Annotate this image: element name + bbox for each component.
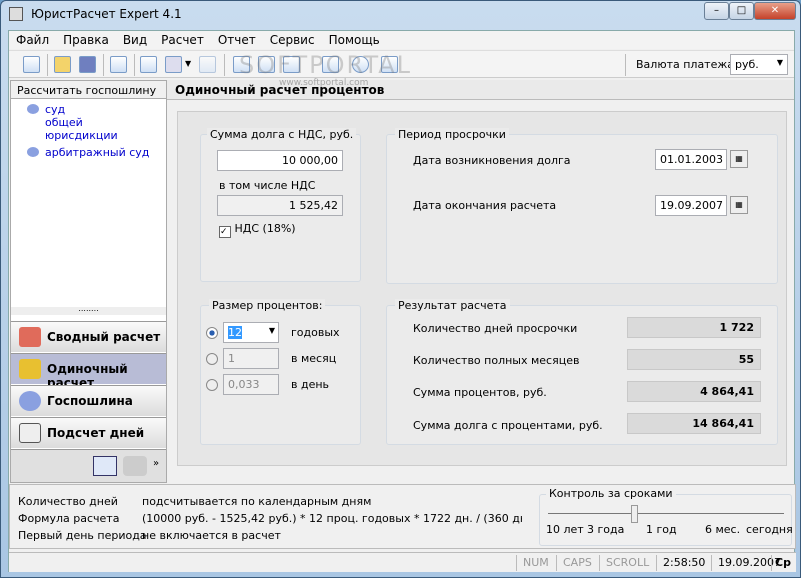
nav-duty[interactable]: Госпошлина bbox=[11, 385, 166, 416]
menu-file[interactable]: Файл bbox=[9, 31, 56, 49]
chevron-down-icon: ▼ bbox=[776, 58, 783, 67]
deadline-slider[interactable] bbox=[631, 505, 638, 523]
menu-view[interactable]: Вид bbox=[116, 31, 154, 49]
minimize-button[interactable]: – bbox=[704, 2, 729, 20]
open-icon[interactable] bbox=[54, 56, 71, 73]
watermark: SOFTPORTAL bbox=[239, 51, 413, 79]
interest-sum-value: 4 864,41 bbox=[627, 381, 761, 402]
daily-radio[interactable] bbox=[206, 379, 218, 391]
result-group: Результат расчета Количество дней просро… bbox=[386, 299, 778, 445]
delete-icon[interactable] bbox=[199, 56, 216, 73]
nav-single[interactable]: Одиночный расчет bbox=[11, 353, 166, 390]
start-date-input[interactable]: 01.01.2003 bbox=[655, 149, 727, 170]
calendar-icon[interactable]: ▦ bbox=[730, 150, 748, 168]
menu-calc[interactable]: Расчет bbox=[154, 31, 211, 49]
splitter[interactable]: ........ bbox=[11, 305, 166, 315]
menu-bar: Файл Правка Вид Расчет Отчет Сервис Помощь bbox=[9, 31, 794, 49]
total-debt-value: 14 864,41 bbox=[627, 413, 761, 434]
window-title: ЮристРасчет Expert 4.1 bbox=[31, 7, 182, 21]
main-panel: Одиночный расчет процентов Сумма долга с… bbox=[167, 80, 794, 483]
left-panel: Рассчитать госпошлину суд общей юрисдикц… bbox=[10, 80, 167, 483]
link-arbitration-court[interactable]: арбитражный суд bbox=[25, 146, 166, 159]
annual-rate-select[interactable]: 12 ▼ bbox=[223, 322, 279, 343]
chevron-down-icon[interactable]: ▼ bbox=[185, 59, 191, 68]
calendar-icon[interactable]: ▦ bbox=[730, 196, 748, 214]
debt-input[interactable]: 10 000,00 bbox=[217, 150, 343, 171]
currency-select[interactable]: руб. ▼ bbox=[730, 54, 788, 75]
rate-group: Размер процентов: 12 ▼ годовых 1 в месяц … bbox=[200, 299, 361, 445]
currency-label: Валюта платежа bbox=[636, 58, 735, 71]
page-title: Одиночный расчет процентов bbox=[167, 80, 794, 100]
printer-icon[interactable] bbox=[123, 456, 147, 476]
save-icon[interactable] bbox=[79, 56, 96, 73]
vat-field: 1 525,42 bbox=[217, 195, 343, 216]
formula-text: (10000 руб. - 1525,42 руб.) * 12 проц. г… bbox=[142, 512, 522, 525]
menu-edit[interactable]: Правка bbox=[56, 31, 116, 49]
deadline-control-group: Контроль за сроками 10 лет 3 года 1 год … bbox=[539, 487, 793, 546]
monthly-rate-input[interactable]: 1 bbox=[223, 348, 279, 369]
menu-service[interactable]: Сервис bbox=[263, 31, 322, 49]
toolbar: ▼ SOFTPORTAL www.softportal.com Валюта п… bbox=[9, 50, 794, 88]
app-window: ЮристРасчет Expert 4.1 – □ ✕ Файл Правка В… bbox=[0, 0, 801, 578]
daily-rate-input[interactable]: 0,033 bbox=[223, 374, 279, 395]
maximize-button[interactable]: □ bbox=[729, 2, 754, 20]
status-bar: NUM CAPS SCROLL 2:58:50 19.09.2007 Ср bbox=[9, 552, 796, 572]
vat-checkbox[interactable]: ✓ НДС (18%) bbox=[219, 222, 296, 238]
nav-summary[interactable]: Сводный расчет bbox=[11, 321, 166, 352]
nav-days[interactable]: Подсчет дней bbox=[11, 417, 166, 448]
chevron-down-icon: ▼ bbox=[268, 326, 275, 335]
watermark-url: www.softportal.com bbox=[279, 78, 369, 88]
end-date-input[interactable]: 19.09.2007 bbox=[655, 195, 727, 216]
monthly-radio[interactable] bbox=[206, 353, 218, 365]
debt-group: Сумма долга с НДС, руб. 10 000,00 в том … bbox=[200, 128, 361, 282]
chart-icon[interactable] bbox=[93, 456, 117, 476]
duty-header: Рассчитать госпошлину bbox=[11, 81, 166, 99]
menu-report[interactable]: Отчет bbox=[211, 31, 263, 49]
link-general-court[interactable]: суд общей юрисдикции bbox=[25, 103, 118, 142]
annual-radio[interactable] bbox=[206, 327, 218, 339]
new-icon[interactable] bbox=[23, 56, 40, 73]
period-group: Период просрочки Дата возникновения долг… bbox=[386, 128, 778, 284]
menu-help[interactable]: Помощь bbox=[322, 31, 387, 49]
word-export-icon[interactable] bbox=[165, 56, 182, 73]
edit-icon[interactable] bbox=[110, 56, 127, 73]
overdue-days-value: 1 722 bbox=[627, 317, 761, 338]
close-button[interactable]: ✕ bbox=[754, 2, 796, 20]
more-icon[interactable]: » bbox=[153, 458, 159, 469]
check-icon: ✓ bbox=[219, 226, 231, 238]
full-months-value: 55 bbox=[627, 349, 761, 370]
preview-icon[interactable] bbox=[140, 56, 157, 73]
info-panel: Количество дней подсчитывается по календ… bbox=[9, 484, 796, 549]
